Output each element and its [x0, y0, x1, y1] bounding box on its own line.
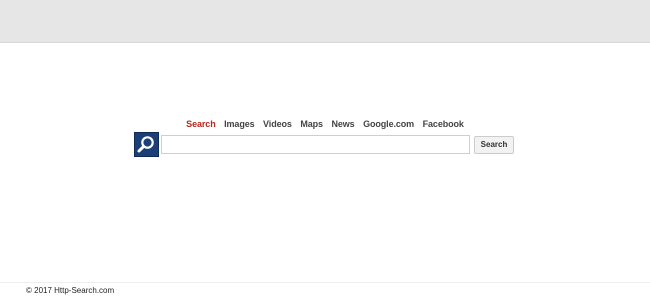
search-button[interactable]: Search: [474, 136, 514, 154]
nav-item-maps[interactable]: Maps: [300, 119, 323, 129]
nav-item-videos[interactable]: Videos: [263, 119, 292, 129]
nav-item-search[interactable]: Search: [186, 119, 216, 129]
top-bar: [0, 0, 650, 43]
nav-item-facebook[interactable]: Facebook: [423, 119, 464, 129]
search-input[interactable]: [161, 135, 470, 154]
search-nav: Search Images Videos Maps News Google.co…: [0, 119, 650, 129]
nav-item-images[interactable]: Images: [224, 119, 255, 129]
magnifier-icon: [137, 136, 154, 153]
search-logo: [134, 132, 159, 157]
nav-item-google[interactable]: Google.com: [363, 119, 414, 129]
nav-item-news[interactable]: News: [331, 119, 354, 129]
copyright-text: © 2017 Http-Search.com: [26, 286, 115, 295]
footer: © 2017 Http-Search.com: [0, 282, 650, 302]
